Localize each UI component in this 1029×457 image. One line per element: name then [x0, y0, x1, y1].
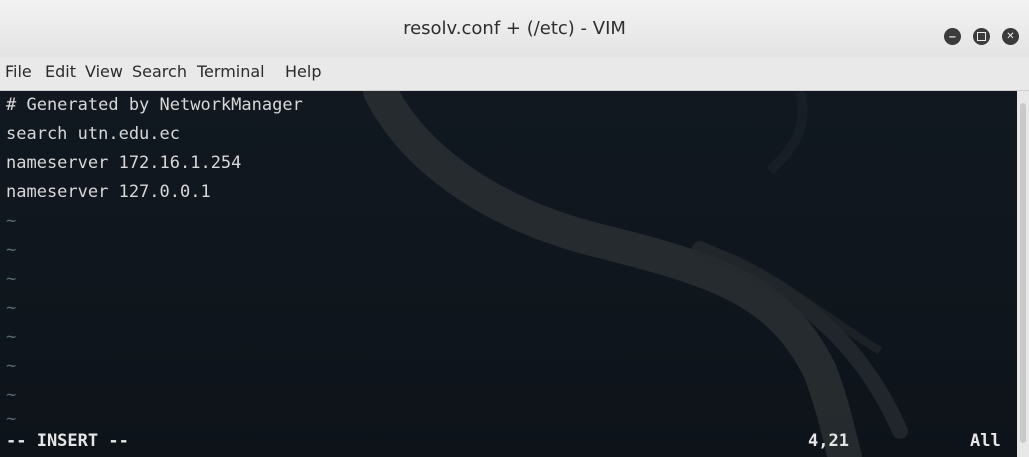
vertical-scrollbar[interactable] — [1017, 91, 1029, 457]
empty-line-marker: ~ — [6, 409, 17, 429]
menu-bar: File Edit View Search Terminal Help — [0, 58, 1029, 91]
cursor-position: 4,21 — [808, 431, 849, 451]
empty-line-marker: ~ — [6, 211, 17, 231]
minimize-icon[interactable]: − — [944, 28, 961, 45]
close-icon[interactable]: ✕ — [1002, 28, 1019, 45]
menu-edit[interactable]: Edit — [45, 62, 76, 81]
title-bar: resolv.conf + (/etc) - VIM − ✕ — [0, 0, 1029, 58]
empty-line-marker: ~ — [6, 327, 17, 347]
menu-terminal[interactable]: Terminal — [197, 62, 265, 81]
mode-indicator: -- INSERT -- — [6, 431, 129, 451]
scroll-position: All — [970, 431, 1001, 451]
editor-line-3: nameserver 172.16.1.254 — [6, 153, 242, 173]
editor-line-1: # Generated by NetworkManager — [6, 95, 303, 115]
menu-help[interactable]: Help — [285, 62, 321, 81]
empty-line-marker: ~ — [6, 240, 17, 260]
empty-line-marker: ~ — [6, 356, 17, 376]
menu-view[interactable]: View — [85, 62, 123, 81]
menu-file[interactable]: File — [5, 62, 32, 81]
editor-line-4: nameserver 127.0.0.1 — [6, 182, 211, 202]
empty-line-marker: ~ — [6, 269, 17, 289]
maximize-icon[interactable] — [973, 28, 990, 45]
empty-line-marker: ~ — [6, 385, 17, 405]
empty-line-marker: ~ — [6, 298, 17, 318]
menu-search[interactable]: Search — [132, 62, 187, 81]
terminal-area[interactable]: # Generated by NetworkManager search utn… — [0, 91, 1017, 457]
editor-line-2: search utn.edu.ec — [6, 124, 180, 144]
window-title: resolv.conf + (/etc) - VIM — [403, 18, 626, 39]
scrollbar-thumb[interactable] — [1020, 103, 1026, 443]
kali-dragon-watermark — [363, 91, 908, 457]
